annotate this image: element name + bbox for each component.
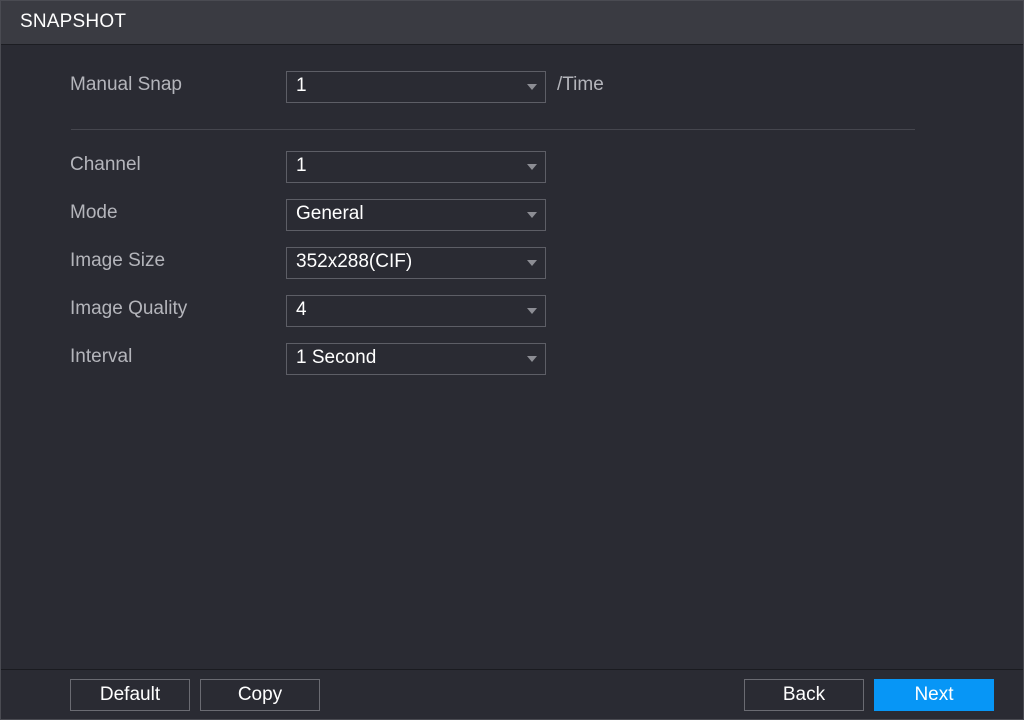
interval-dropdown[interactable]: 1 Second (286, 343, 546, 375)
interval-value: 1 Second (296, 347, 377, 368)
chevron-down-icon (527, 356, 537, 362)
image-size-dropdown[interactable]: 352x288(CIF) (286, 247, 546, 279)
chevron-down-icon (527, 308, 537, 314)
chevron-down-icon (527, 260, 537, 266)
channel-value: 1 (296, 155, 307, 176)
window-title: SNAPSHOT (20, 11, 127, 32)
copy-button[interactable]: Copy (200, 679, 320, 711)
image-size-value: 352x288(CIF) (296, 251, 413, 272)
image-quality-dropdown[interactable]: 4 (286, 295, 546, 327)
image-quality-value: 4 (296, 299, 307, 320)
mode-value: General (296, 203, 364, 224)
manual-snap-dropdown[interactable]: 1 (286, 71, 546, 103)
chevron-down-icon (527, 212, 537, 218)
default-button[interactable]: Default (70, 679, 190, 711)
image-size-label: Image Size (70, 250, 166, 271)
footer-divider (1, 669, 1023, 670)
manual-snap-label: Manual Snap (70, 74, 182, 95)
title-bar: SNAPSHOT (1, 1, 1023, 45)
mode-dropdown[interactable]: General (286, 199, 546, 231)
snapshot-window: SNAPSHOT Manual Snap 1 /Time Channel 1 M… (0, 0, 1024, 720)
channel-label: Channel (70, 154, 141, 175)
interval-label: Interval (70, 346, 133, 367)
section-divider (71, 129, 915, 130)
back-button[interactable]: Back (744, 679, 864, 711)
manual-snap-value: 1 (296, 75, 307, 96)
manual-snap-unit: /Time (557, 74, 604, 95)
channel-dropdown[interactable]: 1 (286, 151, 546, 183)
next-button[interactable]: Next (874, 679, 994, 711)
image-quality-label: Image Quality (70, 298, 188, 319)
mode-label: Mode (70, 202, 118, 223)
chevron-down-icon (527, 164, 537, 170)
chevron-down-icon (527, 84, 537, 90)
